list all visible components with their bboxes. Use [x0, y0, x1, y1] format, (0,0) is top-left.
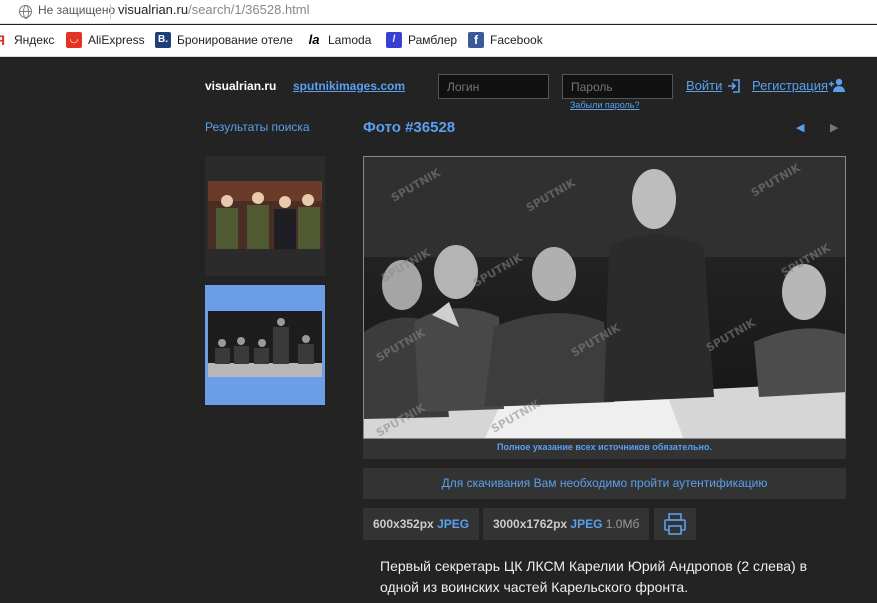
- lamoda-icon: la: [306, 32, 322, 48]
- bookmark-label: Рамблер: [408, 33, 458, 47]
- url-text[interactable]: visualrian.ru/search/1/36528.html: [118, 2, 310, 17]
- size-option-large[interactable]: 3000x1762px JPEG 1.0Мб: [483, 508, 650, 540]
- sputnik-link[interactable]: sputnikimages.com: [293, 79, 405, 93]
- bookmark-booking[interactable]: B. Бронирование отеле: [155, 32, 293, 48]
- thumbnail-2-selected[interactable]: [205, 285, 325, 405]
- address-bar[interactable]: Не защищено visualrian.ru/search/1/36528…: [0, 0, 877, 24]
- auth-notice-link[interactable]: Для скачивания Вам необходимо пройти аут…: [363, 468, 846, 499]
- rambler-icon: /: [386, 32, 402, 48]
- bookmark-label: AliExpress: [88, 33, 145, 47]
- main-photo-image: SPUTNIK SPUTNIK SPUTNIK SPUTNIK SPUTNIK …: [364, 157, 845, 438]
- thumbnail-2-image: [208, 311, 322, 377]
- bookmark-label: Facebook: [490, 33, 543, 47]
- bookmark-facebook[interactable]: f Facebook: [468, 32, 543, 48]
- main-photo[interactable]: SPUTNIK SPUTNIK SPUTNIK SPUTNIK SPUTNIK …: [363, 156, 846, 439]
- security-label[interactable]: Не защищено: [38, 3, 115, 17]
- size-dims: 600x352px: [373, 517, 434, 531]
- add-user-icon[interactable]: [829, 78, 847, 92]
- size-format: JPEG: [570, 517, 603, 531]
- bookmark-label: Lamoda: [328, 33, 372, 47]
- site-logo[interactable]: visualrian.ru: [205, 79, 276, 93]
- print-button[interactable]: [654, 508, 696, 540]
- site-body: visualrian.ru sputnikimages.com Забыли п…: [0, 58, 877, 603]
- yandex-icon: Я: [0, 32, 6, 48]
- globe-icon: [19, 5, 32, 19]
- bookmark-aliexpress[interactable]: ◡ AliExpress: [66, 32, 145, 48]
- search-results-link[interactable]: Результаты поиска: [205, 120, 310, 134]
- bookmark-rambler[interactable]: / Рамблер: [386, 32, 457, 48]
- thumbnail-1[interactable]: [205, 156, 325, 276]
- printer-icon: [664, 513, 686, 535]
- size-filesize: 1.0Мб: [605, 517, 640, 531]
- booking-icon: B.: [155, 32, 171, 48]
- size-format: JPEG: [437, 517, 470, 531]
- login-button[interactable]: Войти: [686, 78, 722, 93]
- photo-caption: Первый секретарь ЦК ЛКСМ Карелии Юрий Ан…: [380, 558, 808, 595]
- bookmarks-bar: Я Яндекс ◡ AliExpress B. Бронирование отеле…: [0, 25, 877, 57]
- bookmark-label: Яндекс: [14, 33, 55, 47]
- facebook-icon: f: [468, 32, 484, 48]
- aliexpress-icon: ◡: [66, 32, 82, 48]
- photo-title: Фото #36528: [363, 119, 456, 136]
- prev-arrow-icon[interactable]: ◀: [796, 121, 804, 134]
- password-input[interactable]: [562, 74, 673, 99]
- register-link[interactable]: Регистрация: [752, 78, 828, 93]
- bookmark-yandex[interactable]: Я Яндекс: [0, 32, 54, 48]
- divider: [110, 4, 111, 19]
- bookmark-lamoda[interactable]: la Lamoda: [306, 32, 371, 48]
- login-input[interactable]: [438, 74, 549, 99]
- url-path: /search/1/36528.html: [188, 2, 310, 17]
- next-arrow-icon[interactable]: ▶: [830, 121, 838, 134]
- bookmark-label: Бронирование отеле: [177, 33, 293, 47]
- size-dims: 3000x1762px: [493, 517, 568, 531]
- credit-notice: Полное указание всех источников обязател…: [363, 439, 846, 459]
- thumbnail-1-image: [208, 181, 322, 249]
- login-icon[interactable]: [727, 79, 741, 93]
- forgot-password-link[interactable]: Забыли пароль?: [570, 100, 639, 110]
- size-option-small[interactable]: 600x352px JPEG: [363, 508, 480, 540]
- url-host: visualrian.ru: [118, 2, 189, 17]
